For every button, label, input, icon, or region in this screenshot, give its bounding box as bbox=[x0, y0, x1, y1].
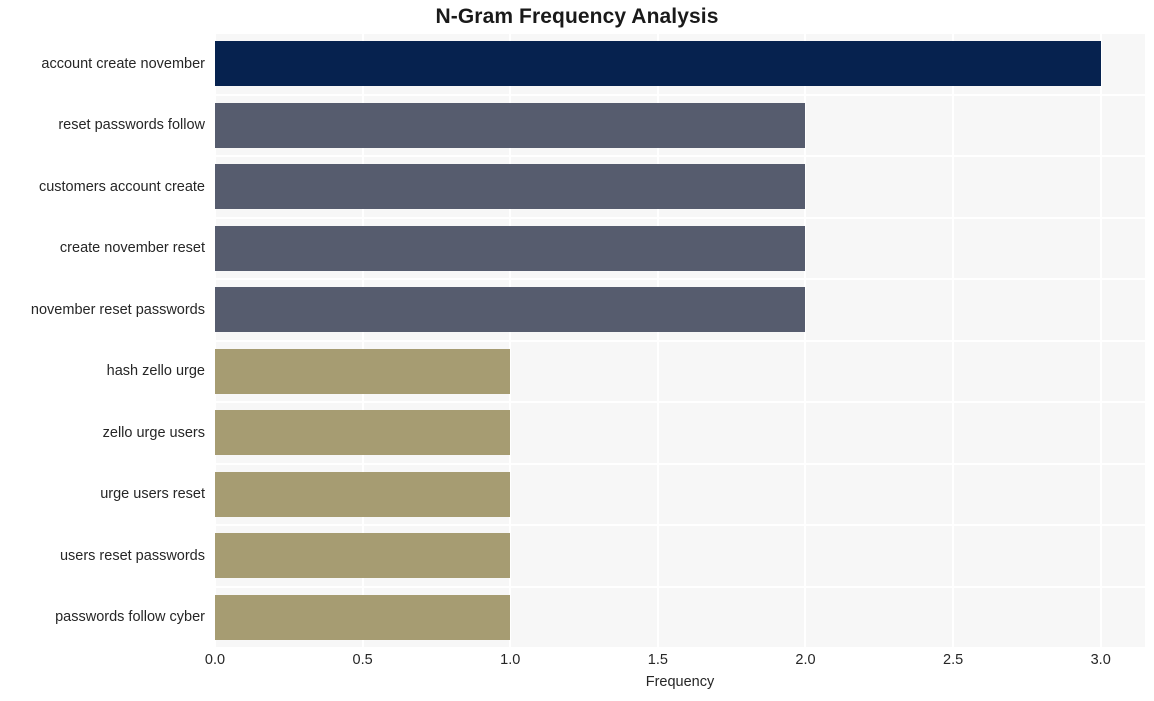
chart-title: N-Gram Frequency Analysis bbox=[435, 5, 719, 28]
x-axis-tick-label: 1.0 bbox=[500, 652, 521, 668]
y-axis-tick-label: create november reset bbox=[59, 240, 205, 257]
bar bbox=[215, 348, 511, 394]
bar bbox=[215, 225, 806, 271]
y-axis-tick-label: reset passwords follow bbox=[58, 117, 205, 134]
y-gridline bbox=[215, 401, 1145, 403]
y-gridline bbox=[215, 339, 1145, 342]
bar bbox=[215, 410, 511, 456]
x-axis-tick-labels: 0.0 0.5 1.0 1.5 2.0 2.5 3.0 bbox=[205, 652, 1145, 672]
bar bbox=[215, 287, 806, 333]
y-axis-tick-label: hash zello urge bbox=[106, 363, 205, 380]
x-axis-tick-label: 0.0 bbox=[204, 652, 226, 668]
bar bbox=[215, 164, 806, 210]
x-axis-tick-label: 2.0 bbox=[795, 652, 816, 668]
x-axis-tick-label: 3.0 bbox=[1090, 652, 1111, 668]
y-gridline bbox=[215, 33, 1145, 34]
y-axis-tick-label: november reset passwords bbox=[30, 301, 205, 318]
chart-figure: N-Gram Frequency Analysis account create… bbox=[0, 0, 1154, 701]
y-gridline bbox=[215, 216, 1145, 219]
y-axis-tick-label: urge users reset bbox=[100, 486, 205, 503]
y-axis-tick-labels: account create november reset passwords f… bbox=[0, 33, 205, 648]
bar bbox=[215, 594, 511, 640]
y-gridline bbox=[215, 278, 1145, 280]
y-gridline bbox=[215, 462, 1145, 465]
bar bbox=[215, 471, 511, 517]
y-gridline bbox=[215, 524, 1145, 526]
y-axis-tick-label: account create november bbox=[41, 55, 205, 72]
bar bbox=[215, 533, 511, 579]
y-gridline bbox=[215, 155, 1145, 157]
y-gridline bbox=[215, 93, 1145, 96]
y-gridline bbox=[215, 647, 1145, 648]
bar bbox=[215, 102, 806, 148]
plot-area bbox=[215, 33, 1145, 648]
x-axis-label: Frequency bbox=[645, 674, 715, 690]
y-axis-tick-label: customers account create bbox=[38, 178, 205, 195]
y-gridline bbox=[215, 585, 1145, 588]
y-axis-tick-label: users reset passwords bbox=[59, 547, 205, 564]
y-axis-tick-label: passwords follow cyber bbox=[55, 609, 205, 626]
bar bbox=[215, 41, 1101, 87]
y-axis-tick-label: zello urge users bbox=[102, 424, 205, 441]
x-axis-tick-label: 1.5 bbox=[647, 652, 668, 668]
x-axis-tick-label: 0.5 bbox=[352, 652, 373, 668]
x-axis-tick-label: 2.5 bbox=[943, 652, 964, 668]
